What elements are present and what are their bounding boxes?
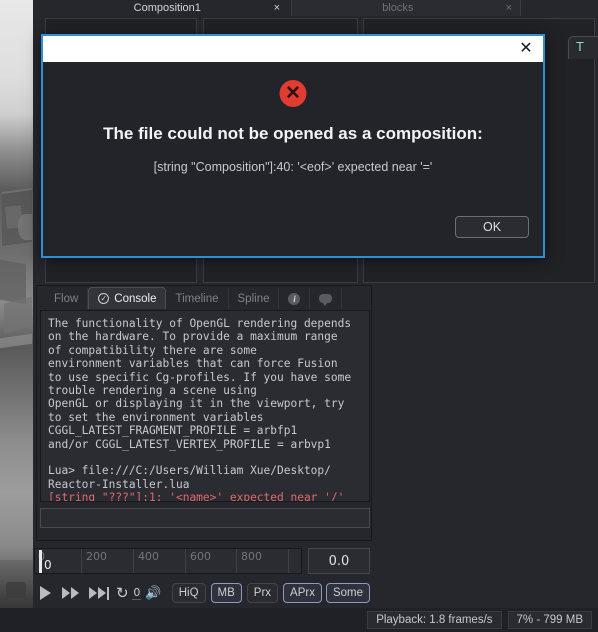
prx-label: Prx (253, 587, 272, 599)
photo-detail (18, 214, 32, 240)
play-icon (39, 586, 51, 600)
ruler-tick-400: 400 (138, 550, 159, 563)
dialog-title-bar: ✕ (43, 36, 543, 62)
tab-label: Spline (237, 292, 270, 305)
aprx-button[interactable]: APrx (283, 583, 322, 603)
ok-button[interactable]: OK (455, 216, 529, 238)
frame-count-value: 0 (132, 586, 142, 600)
tab-info[interactable]: i (279, 288, 311, 309)
tab-label: Console (114, 292, 157, 305)
loop-icon: ↻ (116, 584, 129, 602)
console-error-text: [string "???"]:1: '<name>' expected near… (48, 491, 345, 502)
tab-comments[interactable] (310, 288, 343, 309)
info-icon: i (288, 292, 301, 305)
tab-label: blocks (382, 2, 414, 14)
hiq-label: HiQ (178, 587, 199, 599)
dialog-heading: The file could not be opened as a compos… (103, 124, 483, 143)
loop-button[interactable]: ↻ (113, 586, 131, 601)
tab-label: Timeline (175, 292, 219, 305)
comment-bubble-icon (319, 294, 333, 306)
some-label: Some (332, 587, 363, 599)
ruler-tick-800: 800 (241, 550, 262, 563)
skip-end-icon (88, 587, 97, 599)
playhead-value: 0 (44, 558, 52, 572)
console-output[interactable]: The functionality of OpenGL rendering de… (40, 310, 370, 502)
tab-label: Composition1 (133, 2, 201, 14)
mb-button[interactable]: MB (210, 583, 242, 603)
tab-composition1[interactable]: Composition1 × (63, 0, 288, 16)
ruler-tick-200: 200 (86, 550, 107, 563)
skip-to-end-button[interactable] (84, 586, 113, 600)
skip-end-bar (106, 586, 109, 600)
console-command-text: Lua> file:///C:/Users/William Xue/Deskto… (48, 464, 331, 491)
console-tab-strip: Flow ✓ Console Timeline Spline i (37, 286, 371, 309)
tab-flow[interactable]: Flow (45, 288, 89, 309)
dialog-detail-message: [string "Composition"]:40: '<eof>' expec… (153, 160, 433, 174)
status-bar: Playback: 1.8 frames/s 7% - 799 MB (0, 608, 598, 632)
close-icon[interactable]: × (506, 2, 512, 14)
timeline-row: 0 200 400 600 800 0 0.0 (34, 546, 370, 576)
tab-spline[interactable]: Spline (229, 288, 280, 309)
check-circle-icon: ✓ (98, 293, 110, 304)
skip-end-icon (97, 587, 106, 599)
left-media-strip (0, 0, 33, 632)
prx-button[interactable]: Prx (246, 583, 279, 603)
timeline-ruler[interactable]: 0 200 400 600 800 0 (34, 548, 302, 574)
fast-forward-icon (61, 587, 70, 599)
tab-console[interactable]: ✓ Console (88, 287, 167, 309)
hiq-button[interactable]: HiQ (171, 583, 206, 603)
photo-detail (6, 582, 26, 598)
tab-label: Flow (54, 292, 79, 305)
close-icon[interactable]: ✕ (517, 40, 535, 58)
ruler-tick-600: 600 (190, 550, 211, 563)
frame-count[interactable]: 0 (131, 586, 142, 600)
current-time-field[interactable]: 0.0 (308, 548, 370, 574)
memory-status: 7% - 799 MB (507, 611, 592, 629)
aprx-label: APrx (290, 587, 315, 599)
speaker-icon: 🔊 (145, 585, 162, 600)
node-label-t: T (568, 36, 598, 59)
console-output-text: The functionality of OpenGL rendering de… (48, 317, 352, 451)
mb-label: MB (217, 587, 235, 599)
console-panel: Flow ✓ Console Timeline Spline i The fun… (36, 285, 372, 541)
playhead-marker[interactable] (39, 550, 42, 573)
tab-blocks[interactable]: blocks × (291, 0, 521, 16)
playback-status: Playback: 1.8 frames/s (367, 611, 502, 629)
dialog-body: ✕ The file could not be opened as a comp… (43, 62, 543, 256)
fusion-app-window: Composition1 × blocks × ▼ T Flow ✓ Conso… (0, 0, 598, 632)
error-icon: ✕ (279, 80, 307, 107)
play-button[interactable] (34, 586, 57, 600)
error-dialog: ✕ ✕ The file could not be opened as a co… (41, 34, 545, 258)
close-icon[interactable]: × (274, 2, 280, 14)
audio-button[interactable]: 🔊 (143, 585, 164, 601)
transport-bar: ↻ 0 🔊 HiQ MB Prx APrx Some (34, 580, 370, 606)
photo-detail (0, 259, 26, 305)
some-button[interactable]: Some (325, 583, 370, 603)
composition-tab-bar: Composition1 × blocks × (33, 0, 598, 16)
fast-forward-button[interactable] (57, 587, 85, 599)
tab-timeline[interactable]: Timeline (166, 288, 229, 309)
fast-forward-icon (70, 587, 79, 599)
console-input[interactable] (40, 508, 370, 528)
